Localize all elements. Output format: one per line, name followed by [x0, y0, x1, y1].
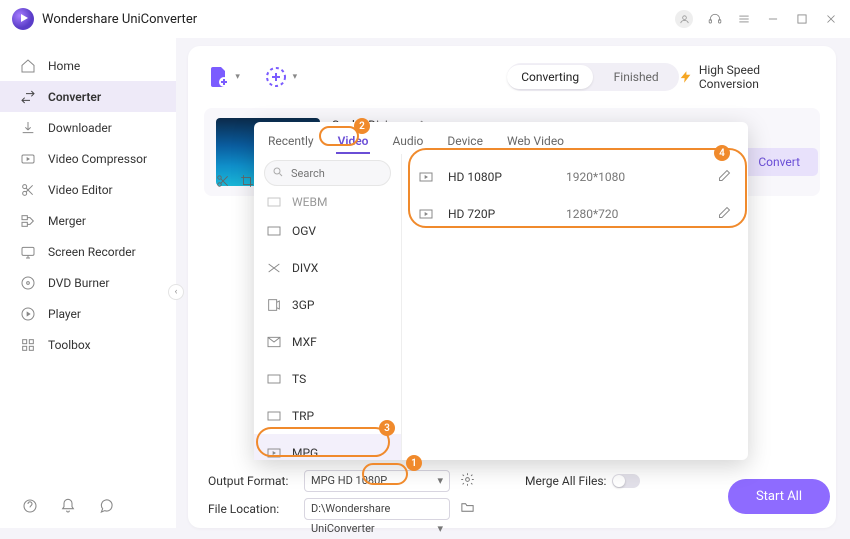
- merge-toggle[interactable]: [612, 474, 640, 488]
- help-icon[interactable]: [22, 498, 38, 514]
- popup-tab-webvideo[interactable]: Web Video: [505, 130, 566, 154]
- format-item-mxf[interactable]: MXF: [254, 323, 401, 360]
- chevron-down-icon[interactable]: ▾: [293, 72, 298, 82]
- resolution-item-720p[interactable]: HD 720P 1280*720: [402, 195, 748, 232]
- sidebar-item-converter[interactable]: Converter: [0, 81, 176, 112]
- sidebar-item-label: Video Editor: [48, 183, 113, 197]
- maximize-button[interactable]: [794, 12, 809, 27]
- add-url-button[interactable]: [261, 63, 290, 91]
- feedback-icon[interactable]: [98, 498, 114, 514]
- add-file-button[interactable]: [204, 63, 233, 91]
- output-format-select[interactable]: MPG HD 1080P: [304, 470, 450, 492]
- support-icon[interactable]: [707, 12, 722, 27]
- trim-icon[interactable]: [216, 174, 230, 188]
- edit-preset-icon[interactable]: [717, 205, 732, 223]
- sidebar-item-player[interactable]: Player: [0, 298, 176, 329]
- format-item-mpg[interactable]: MPG: [254, 434, 401, 460]
- callout-badge: 1: [406, 455, 422, 471]
- sidebar-item-home[interactable]: Home: [0, 50, 176, 81]
- sidebar-item-downloader[interactable]: Downloader: [0, 112, 176, 143]
- app-title: Wondershare UniConverter: [42, 12, 197, 27]
- sidebar-item-toolbox[interactable]: Toolbox: [0, 329, 176, 360]
- format-item-ts[interactable]: TS: [254, 360, 401, 397]
- search-icon: [272, 166, 284, 178]
- high-speed-label: High Speed Conversion: [699, 63, 820, 91]
- chevron-down-icon[interactable]: ▾: [235, 72, 240, 82]
- format-item-webm[interactable]: WEBM: [254, 192, 401, 212]
- sidebar-item-label: Downloader: [48, 121, 112, 135]
- tab-finished[interactable]: Finished: [593, 65, 679, 89]
- sidebar-item-label: DVD Burner: [48, 276, 109, 290]
- format-popup: Recently Video Audio Device Web Video WE…: [254, 122, 748, 460]
- file-location-label: File Location:: [208, 502, 294, 516]
- popup-tab-device[interactable]: Device: [445, 130, 485, 154]
- sidebar-item-recorder[interactable]: Screen Recorder: [0, 236, 176, 267]
- sidebar-item-compressor[interactable]: Video Compressor: [0, 143, 176, 174]
- segment-control: Converting Finished: [507, 63, 679, 91]
- menu-icon[interactable]: [736, 12, 751, 27]
- minimize-button[interactable]: [765, 12, 780, 27]
- sidebar: Home Converter Downloader Video Compress…: [0, 38, 176, 528]
- callout-badge: 4: [714, 145, 730, 161]
- sidebar-item-label: Converter: [48, 90, 101, 104]
- popup-tab-audio[interactable]: Audio: [390, 130, 425, 154]
- tab-converting[interactable]: Converting: [507, 65, 593, 89]
- open-folder-icon[interactable]: [460, 500, 475, 518]
- edit-preset-icon[interactable]: [717, 168, 732, 186]
- high-speed-toggle[interactable]: High Speed Conversion: [679, 63, 820, 91]
- titlebar: Wondershare UniConverter: [0, 0, 850, 38]
- app-logo: [12, 8, 34, 30]
- sidebar-item-label: Video Compressor: [48, 152, 147, 166]
- settings-icon[interactable]: [460, 472, 475, 490]
- start-all-button[interactable]: Start All: [728, 479, 830, 514]
- sidebar-item-label: Player: [48, 307, 81, 321]
- bell-icon[interactable]: [60, 498, 76, 514]
- sidebar-item-merger[interactable]: Merger: [0, 205, 176, 236]
- popup-tab-video[interactable]: Video: [336, 130, 371, 154]
- format-item-divx[interactable]: DIVX: [254, 249, 401, 286]
- account-icon[interactable]: [675, 10, 693, 28]
- resolution-item-1080p[interactable]: HD 1080P 1920*1080: [402, 158, 748, 195]
- sidebar-item-label: Merger: [48, 214, 86, 228]
- merge-label: Merge All Files:: [525, 474, 606, 488]
- crop-icon[interactable]: [240, 174, 254, 188]
- convert-button[interactable]: Convert: [740, 148, 818, 176]
- callout-badge: 2: [354, 118, 370, 134]
- sidebar-item-dvd[interactable]: DVD Burner: [0, 267, 176, 298]
- output-format-label: Output Format:: [208, 474, 294, 488]
- file-location-select[interactable]: D:\Wondershare UniConverter: [304, 498, 450, 520]
- popup-tab-recently[interactable]: Recently: [266, 130, 316, 154]
- sidebar-item-label: Toolbox: [48, 338, 91, 352]
- sidebar-item-label: Home: [48, 59, 80, 73]
- sidebar-item-editor[interactable]: Video Editor: [0, 174, 176, 205]
- format-item-ogv[interactable]: OGV: [254, 212, 401, 249]
- close-button[interactable]: [823, 12, 838, 27]
- sidebar-collapse-button[interactable]: ‹: [168, 284, 184, 300]
- sidebar-item-label: Screen Recorder: [48, 245, 136, 259]
- format-item-3gp[interactable]: 3GP: [254, 286, 401, 323]
- callout-badge: 3: [379, 420, 395, 436]
